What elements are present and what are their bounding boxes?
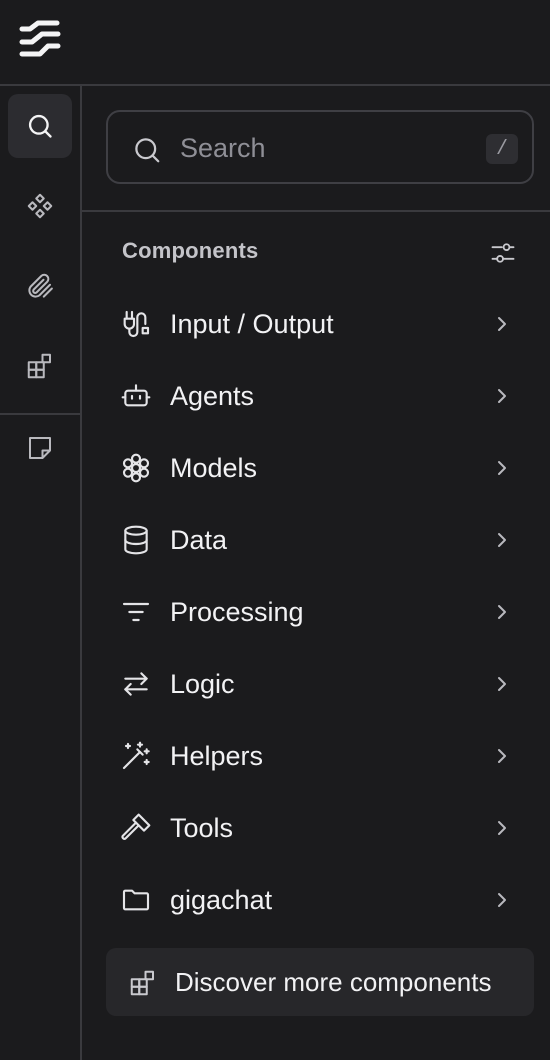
- category-data[interactable]: Data: [106, 509, 534, 571]
- chevron-right-icon: [490, 672, 514, 696]
- category-agents[interactable]: Agents: [106, 365, 534, 427]
- chevron-right-icon: [490, 456, 514, 480]
- langflow-logo-icon[interactable]: [18, 20, 62, 58]
- chevron-right-icon: [490, 600, 514, 624]
- search-icon: [26, 112, 54, 140]
- category-label: Data: [170, 525, 228, 555]
- top-bar: [0, 0, 550, 86]
- components-icon: [25, 191, 55, 221]
- io-icon: [120, 308, 152, 340]
- rail-divider: [0, 413, 80, 415]
- blocks-icon: [128, 968, 158, 998]
- folder-icon: [120, 884, 152, 916]
- chevron-right-icon: [490, 888, 514, 912]
- category-gigachat[interactable]: gigachat: [106, 869, 534, 931]
- category-processing[interactable]: Processing: [106, 581, 534, 643]
- category-input-output[interactable]: Input / Output: [106, 293, 534, 355]
- hammer-icon: [120, 812, 152, 844]
- category-label: Input / Output: [170, 309, 334, 339]
- paperclip-icon: [25, 271, 55, 301]
- chevron-right-icon: [490, 816, 514, 840]
- wand-icon: [120, 740, 152, 772]
- category-label: gigachat: [170, 885, 273, 915]
- components-panel: / Components Input / Output Agents: [82, 86, 550, 1060]
- section-title: Components: [122, 238, 259, 263]
- search-input[interactable]: [180, 128, 470, 168]
- category-label: Agents: [170, 381, 255, 411]
- database-icon: [120, 524, 152, 556]
- rail-search-button[interactable]: [8, 94, 72, 158]
- search-box[interactable]: /: [106, 110, 534, 184]
- bot-icon: [120, 380, 152, 412]
- rail-bundles-button[interactable]: [8, 334, 72, 398]
- category-logic[interactable]: Logic: [106, 653, 534, 715]
- category-label: Processing: [170, 597, 304, 627]
- category-label: Helpers: [170, 741, 264, 771]
- filter-button[interactable]: [486, 236, 520, 270]
- category-label: Logic: [170, 669, 235, 699]
- category-models[interactable]: Models: [106, 437, 534, 499]
- category-label: Tools: [170, 813, 234, 843]
- category-helpers[interactable]: Helpers: [106, 725, 534, 787]
- rail-components-button[interactable]: [8, 174, 72, 238]
- chevron-right-icon: [490, 744, 514, 768]
- discover-label: Discover more components: [175, 967, 492, 997]
- category-tools[interactable]: Tools: [106, 797, 534, 859]
- brain-icon: [120, 452, 152, 484]
- rail-attachments-button[interactable]: [8, 254, 72, 318]
- chevron-right-icon: [490, 384, 514, 408]
- list-filter-icon: [120, 596, 152, 628]
- side-rail: [0, 86, 82, 1060]
- search-icon: [132, 135, 162, 165]
- arrow-left-right-icon: [120, 668, 152, 700]
- sticky-note-icon: [25, 433, 55, 463]
- rail-notes-button[interactable]: [8, 416, 72, 480]
- sliders-icon: [489, 239, 517, 267]
- discover-more-button[interactable]: Discover more components: [106, 948, 534, 1016]
- panel-divider: [82, 210, 550, 212]
- category-label: Models: [170, 453, 258, 483]
- blocks-icon: [25, 351, 55, 381]
- chevron-right-icon: [490, 312, 514, 336]
- chevron-right-icon: [490, 528, 514, 552]
- shortcut-badge: /: [486, 134, 518, 164]
